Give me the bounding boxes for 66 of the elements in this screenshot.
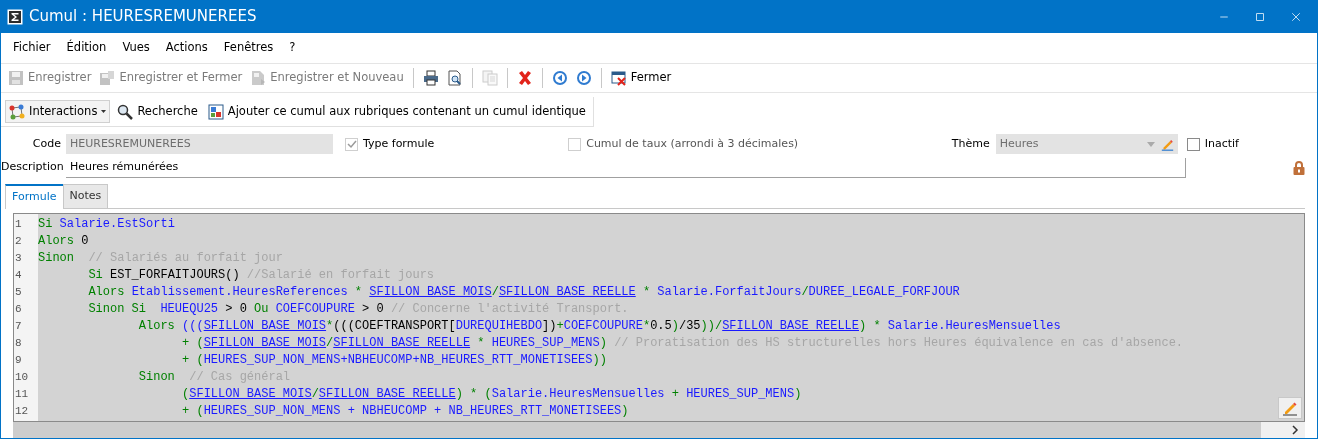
line-number: 6	[14, 301, 23, 317]
field-label: Thème	[951, 135, 990, 152]
horizontal-scrollbar[interactable]	[13, 422, 1305, 438]
code-line: + (HEURES_SUP_NON_MENS + NBHEUCOMP + NB_HEURES_RTT_MONETISEES)	[181, 402, 629, 420]
back-icon	[551, 69, 568, 86]
search-icon	[117, 103, 134, 120]
checkbox[interactable]	[1186, 137, 1200, 151]
preview-icon	[446, 69, 463, 86]
line-number: 5	[14, 284, 23, 300]
line-number: 11	[14, 386, 30, 402]
line-number: 2	[14, 233, 23, 249]
toolbar-button[interactable]: Interactions	[5, 100, 111, 124]
pencil-icon	[1282, 400, 1298, 417]
line-number: 4	[14, 267, 23, 283]
copy-icon	[481, 69, 498, 86]
menu-item[interactable]: ?	[281, 37, 304, 59]
checkbox-label: Type formule	[363, 135, 435, 152]
code-line: Alors Etablissement.HeuresReferences * SFILLON_BASE_MOIS/SFILLON_BASE_REELLE * Salarie.ForfaitJours/DUREE_LEGALE_FORFJOUR	[87, 283, 960, 301]
menu-item[interactable]: Édition	[58, 37, 115, 59]
toolbar-button[interactable]: Recherche	[114, 101, 201, 123]
save-icon	[250, 69, 267, 86]
delete-icon	[516, 69, 533, 86]
checkbox-label: Cumul de taux (arrondi à 3 décimales)	[586, 135, 799, 152]
tab[interactable]: Notes	[62, 184, 109, 208]
line-number: 8	[14, 335, 23, 351]
line-number: 10	[14, 369, 30, 385]
save-icon	[99, 69, 116, 86]
pencil-icon	[1160, 137, 1174, 151]
toolbar-button[interactable]: Ajouter ce cumul aux rubriques contenant un cumul identique	[204, 101, 589, 123]
code-field: HEURESREMUNEREES	[66, 134, 333, 155]
window-title: Cumul : HEURESREMUNEREES	[29, 6, 257, 28]
code-editor[interactable]	[13, 212, 1305, 423]
select-value: Heures	[999, 135, 1040, 152]
grid-icon	[207, 103, 224, 120]
code-line: Si Salarie.EstSorti	[38, 215, 175, 233]
caret-icon	[101, 110, 107, 114]
save-icon	[8, 69, 24, 86]
forward-icon	[575, 69, 592, 86]
line-number: 3	[14, 250, 23, 266]
maximize-icon	[1254, 10, 1266, 23]
checkbox-label: Inactif	[1204, 135, 1239, 152]
code-line: (SFILLON_BASE_MOIS/SFILLON_BASE_REELLE) * (Salarie.HeuresMensuelles + HEURES_SUP_MENS)	[181, 385, 802, 403]
code-line: Alors (((SFILLON_BASE_MOIS*(((COEFTRANSPORT[DUREQUIHEBDO])+COEFCOUPURE*0.5)/35))/SFILLON_BASE_REELLE) * Salarie.HeuresMensuelles	[137, 317, 1061, 335]
close-window-icon	[610, 69, 627, 86]
menu-item[interactable]: Fenêtres	[215, 37, 282, 59]
line-number: 12	[14, 403, 30, 419]
field-label: Description	[1, 159, 61, 176]
field-label: Code	[31, 135, 61, 152]
code-line: Alors 0	[38, 232, 89, 250]
menu-item[interactable]: Vues	[114, 37, 158, 59]
network-icon	[9, 103, 25, 120]
line-number: 9	[14, 352, 23, 368]
edit-button[interactable]	[1278, 397, 1302, 420]
code-line: + (HEURES_SUP_NON_MENS+NBHEUCOMP+NB_HEURES_RTT_MONETISEES))	[181, 351, 607, 369]
description-field[interactable]: Heures rémunérées	[66, 157, 1186, 178]
print-icon	[422, 69, 439, 86]
close-icon	[1290, 10, 1302, 23]
chevron-right-icon	[1291, 425, 1299, 436]
tab[interactable]: Formule	[5, 184, 64, 209]
menu-item[interactable]: Fichier	[5, 37, 59, 59]
toolbar-button[interactable]: Fermer	[607, 67, 675, 89]
line-number: 1	[14, 216, 23, 232]
sigma-icon	[7, 8, 23, 25]
caret-icon	[1146, 141, 1155, 147]
menu-item[interactable]: Actions	[157, 37, 216, 59]
line-number: 7	[14, 318, 23, 334]
